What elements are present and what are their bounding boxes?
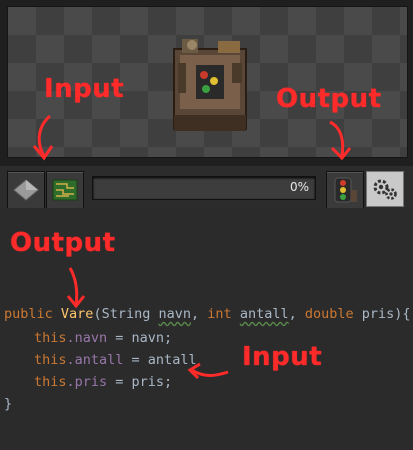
close-paren-brace: ){ — [394, 306, 411, 322]
code-line-antall: this.antall = antall — [4, 352, 197, 368]
annotation-arrow-input — [32, 114, 54, 161]
assembling-machine-icon — [173, 39, 247, 131]
assignment: = navn; — [107, 330, 173, 346]
circuit-board-icon — [52, 179, 78, 201]
code-line-pris: this.pris = pris; — [4, 374, 172, 390]
code-editor: Output public Vare(String navn, int anta… — [0, 208, 413, 450]
annotation-arrow-output — [329, 120, 352, 161]
gears-icon — [373, 179, 397, 200]
annotation-output-top: Output — [276, 84, 382, 114]
annotation-arrow-input-code — [187, 362, 229, 380]
field-antall: .antall — [66, 352, 124, 368]
field-navn: .navn — [66, 330, 108, 346]
settings-button[interactable] — [366, 171, 404, 207]
input-slot-stone[interactable] — [7, 171, 45, 209]
annotation-output-code: Output — [10, 228, 116, 258]
annotation-input-top: Input — [44, 74, 125, 104]
constructor-name: Vare — [60, 306, 94, 322]
keyword-this: this — [34, 352, 67, 368]
progress-label: 0% — [289, 180, 309, 194]
stone-tile-icon — [13, 179, 39, 201]
type-double: double — [304, 306, 354, 322]
type-string: String — [101, 306, 151, 322]
output-slot-signal[interactable] — [326, 171, 364, 209]
crafting-progress-bar: 0% — [92, 176, 316, 200]
param-navn: navn — [158, 306, 192, 322]
code-line-closing: } — [4, 396, 13, 412]
input-slot-circuit[interactable] — [46, 171, 84, 209]
keyword-this: this — [34, 374, 67, 390]
field-pris: .pris — [66, 374, 108, 390]
annotation-input-code: Input — [242, 342, 323, 372]
traffic-signal-icon — [334, 177, 357, 203]
annotation-arrow-output-code — [66, 267, 86, 309]
keyword-this: this — [34, 330, 67, 346]
assignment: = pris; — [107, 374, 173, 390]
param-antall: antall — [239, 306, 289, 322]
param-pris: pris — [361, 306, 395, 322]
open-paren: ( — [93, 306, 102, 322]
comma: , — [191, 306, 208, 322]
code-line-signature: public Vare(String navn, int antall, dou… — [4, 306, 411, 322]
keyword-public: public — [4, 306, 53, 322]
comma: , — [288, 306, 305, 322]
code-line-navn: this.navn = navn; — [4, 330, 172, 346]
type-int: int — [207, 306, 232, 322]
